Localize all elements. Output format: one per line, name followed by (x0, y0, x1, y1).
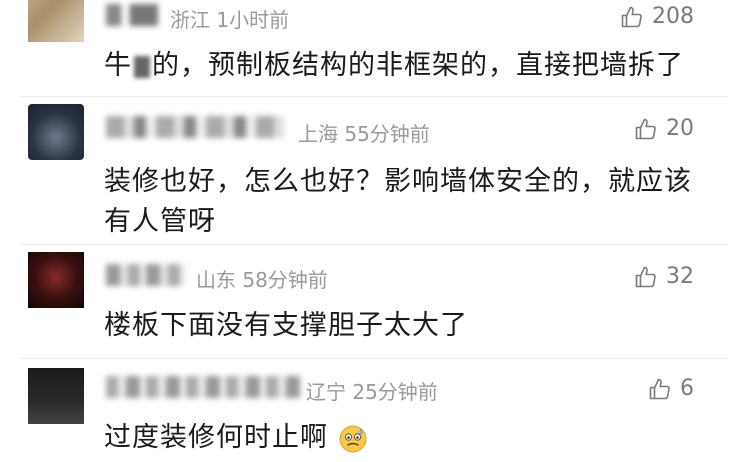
username-blurred[interactable] (106, 116, 284, 138)
comment-time: 1小时前 (216, 8, 290, 32)
comment-text: 过度装修何时止啊 (104, 418, 368, 458)
comment-item: 浙江 1小时前 208 牛的，预制板结构的非框架的，直接把墙拆了 (0, 0, 748, 96)
thumbs-up-icon (621, 6, 642, 27)
comment-text-part: 牛 (104, 50, 132, 81)
comment-meta: 辽宁 25分钟前 (306, 376, 438, 405)
comment-text-line: 过度装修何时止啊 (104, 422, 328, 453)
like-count: 32 (666, 264, 694, 289)
comment-item: 上海 55分钟前 20 装修也好，怎么也好？影响墙体安全的，就应该 有人管呀 (0, 96, 748, 244)
comment-location: 辽宁 (306, 380, 346, 404)
avatar[interactable] (28, 368, 84, 424)
avatar[interactable] (28, 104, 84, 160)
comment-text-line: 楼板下面没有支撑胆子太大了 (104, 310, 468, 341)
comment-meta: 上海 55分钟前 (298, 118, 430, 147)
thumbs-up-icon (635, 266, 656, 287)
like-count: 6 (680, 376, 694, 401)
comment-text-part: 的，预制板结构的非框架的，直接把墙拆了 (152, 50, 684, 81)
avatar[interactable] (28, 252, 84, 308)
like-button[interactable]: 20 (634, 116, 694, 141)
comment-text: 装修也好，怎么也好？影响墙体安全的，就应该 有人管呀 (104, 162, 692, 242)
comment-location: 上海 (298, 122, 338, 146)
like-button[interactable]: 208 (620, 4, 694, 29)
comment-time: 58分钟前 (242, 268, 328, 292)
like-count: 20 (666, 116, 694, 141)
thumbs-up-icon (649, 378, 670, 399)
comment-location: 山东 (196, 268, 236, 292)
comment-time: 25分钟前 (352, 380, 438, 404)
thumbs-up-icon (635, 118, 656, 139)
cold-sweat-face-icon (339, 425, 367, 452)
comment-meta: 山东 58分钟前 (196, 264, 328, 293)
avatar[interactable] (28, 0, 84, 42)
username-blurred[interactable] (106, 376, 300, 398)
comment-item: 辽宁 25分钟前 6 过度装修何时止啊 (0, 358, 748, 462)
comment-meta: 浙江 1小时前 (170, 4, 289, 33)
comment-item: 山东 58分钟前 32 楼板下面没有支撑胆子太大了 (0, 244, 748, 358)
comment-text: 牛的，预制板结构的非框架的，直接把墙拆了 (104, 46, 684, 86)
username-blurred[interactable] (106, 264, 186, 286)
comment-time: 55分钟前 (344, 122, 430, 146)
comment-text-line: 装修也好，怎么也好？影响墙体安全的，就应该 (104, 166, 692, 197)
like-count: 208 (652, 4, 694, 29)
like-button[interactable]: 32 (634, 264, 694, 289)
comment-text-line: 有人管呀 (104, 206, 216, 237)
username-blurred[interactable] (106, 4, 158, 26)
like-button[interactable]: 6 (648, 376, 694, 401)
redacted-blur (134, 55, 150, 78)
comment-text: 楼板下面没有支撑胆子太大了 (104, 306, 468, 346)
comment-location: 浙江 (170, 8, 210, 32)
